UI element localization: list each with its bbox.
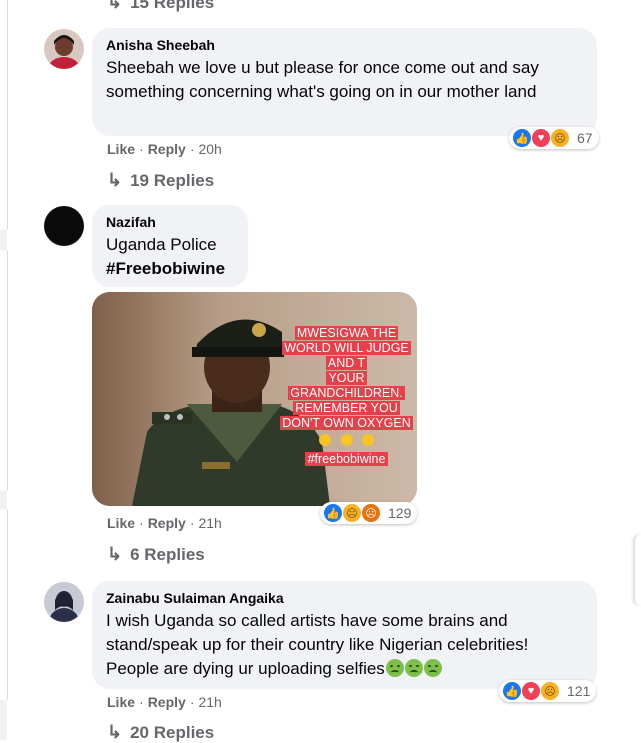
comment-text: Sheebah we love u but please for once co…: [106, 58, 539, 101]
comment-bubble: Zainabu Sulaiman Angaika I wish Uganda s…: [92, 581, 597, 689]
reaction-summary[interactable]: 👍 ☹ ☹ 129: [320, 502, 418, 524]
avatar[interactable]: [44, 29, 84, 69]
avatar-image: [44, 29, 84, 69]
overlay-line: GRANDCHILDREN.: [288, 386, 405, 400]
overlay-line: YOUR: [326, 371, 367, 385]
sad-icon: ☹: [550, 128, 570, 148]
reply-button[interactable]: Reply: [148, 141, 186, 157]
view-replies-link[interactable]: ↳ 19 Replies: [107, 170, 214, 191]
view-replies-link[interactable]: ↳ 6 Replies: [107, 544, 205, 565]
right-panel-edge: [634, 535, 641, 605]
comment-text: Uganda Police: [106, 235, 217, 254]
sad-emoji-icon: [361, 434, 374, 446]
like-button[interactable]: Like: [107, 694, 135, 710]
avatar[interactable]: [44, 206, 84, 246]
comment-author[interactable]: Zainabu Sulaiman Angaika: [106, 589, 583, 607]
thinking-emoji-icon: [319, 434, 332, 446]
image-overlay-text: MWESIGWA THE WORLD WILL JUDGE AND T YOUR…: [274, 326, 417, 467]
reaction-summary[interactable]: 👍 ♥ ☹ 121: [499, 680, 597, 702]
comment-bubble: Anisha Sheebah Sheebah we love u but ple…: [92, 28, 597, 136]
avatar[interactable]: [44, 582, 84, 622]
separator: ·: [189, 694, 195, 710]
comment-author[interactable]: Anisha Sheebah: [106, 36, 583, 54]
separator: ·: [139, 694, 144, 710]
reaction-summary[interactable]: 👍 ♥ ☹ 67: [509, 127, 599, 149]
overlay-line: WORLD WILL JUDGE: [282, 341, 411, 355]
view-replies-link[interactable]: ↳ 15 Replies: [107, 0, 214, 13]
comment-text: I wish Uganda so called artists have som…: [106, 609, 583, 681]
separator: ·: [189, 141, 195, 157]
comment-image[interactable]: MWESIGWA THE WORLD WILL JUDGE AND T YOUR…: [92, 292, 417, 506]
replies-label: 19 Replies: [130, 170, 215, 190]
comment-bubble: Nazifah Uganda Police #Freebobiwine: [92, 205, 248, 287]
separator: ·: [189, 515, 195, 531]
like-icon: 👍: [512, 128, 532, 148]
reply-arrow-icon: ↳: [107, 0, 123, 12]
nauseated-emoji-icon: [385, 659, 404, 677]
comment-timestamp[interactable]: 21h: [198, 694, 221, 710]
nauseated-emoji-icon: [423, 659, 442, 677]
overlay-line: REMEMBER YOU: [293, 401, 400, 415]
reaction-count: 67: [577, 130, 593, 146]
overlay-line: MWESIGWA THE: [294, 326, 399, 340]
sad-emoji-icon: [340, 434, 353, 446]
like-button[interactable]: Like: [107, 141, 135, 157]
reply-arrow-icon: ↳: [107, 544, 123, 564]
sad-icon: ☹: [540, 681, 560, 701]
left-gutter-panel: [0, 250, 8, 490]
overlay-line: DON'T OWN OXYGEN: [280, 416, 413, 430]
avatar-image: [44, 582, 84, 622]
comment-actions: Like · Reply · 20h: [107, 141, 222, 157]
comment-timestamp[interactable]: 20h: [198, 141, 221, 157]
reply-button[interactable]: Reply: [148, 515, 186, 531]
reaction-count: 121: [567, 683, 591, 699]
left-gutter-panel: [0, 0, 8, 230]
like-icon: 👍: [323, 503, 343, 523]
like-icon: 👍: [502, 681, 522, 701]
comment-timestamp[interactable]: 21h: [198, 515, 221, 531]
replies-label: 15 Replies: [130, 0, 215, 12]
reply-arrow-icon: ↳: [107, 170, 123, 190]
sad-icon: ☹: [342, 503, 362, 523]
comment-actions: Like · Reply · 21h: [107, 515, 222, 531]
comment-author[interactable]: Nazifah: [106, 213, 234, 231]
replies-label: 6 Replies: [130, 544, 205, 564]
overlay-line: AND T: [325, 356, 368, 370]
love-icon: ♥: [521, 681, 541, 701]
left-gutter-panel: [0, 510, 8, 700]
overlay-hashtag: #freebobiwine: [304, 452, 389, 466]
hashtag-link[interactable]: #Freebobiwine: [106, 257, 234, 281]
nauseated-emoji-icon: [404, 659, 423, 677]
love-icon: ♥: [531, 128, 551, 148]
comment-text-body: I wish Uganda so called artists have som…: [106, 611, 529, 678]
separator: ·: [139, 515, 144, 531]
angry-icon: ☹: [361, 503, 381, 523]
overlay-emojis: [274, 434, 417, 450]
reply-button[interactable]: Reply: [148, 694, 186, 710]
separator: ·: [139, 141, 144, 157]
comment-actions: Like · Reply · 21h: [107, 694, 222, 710]
reaction-count: 129: [388, 505, 412, 521]
like-button[interactable]: Like: [107, 515, 135, 531]
